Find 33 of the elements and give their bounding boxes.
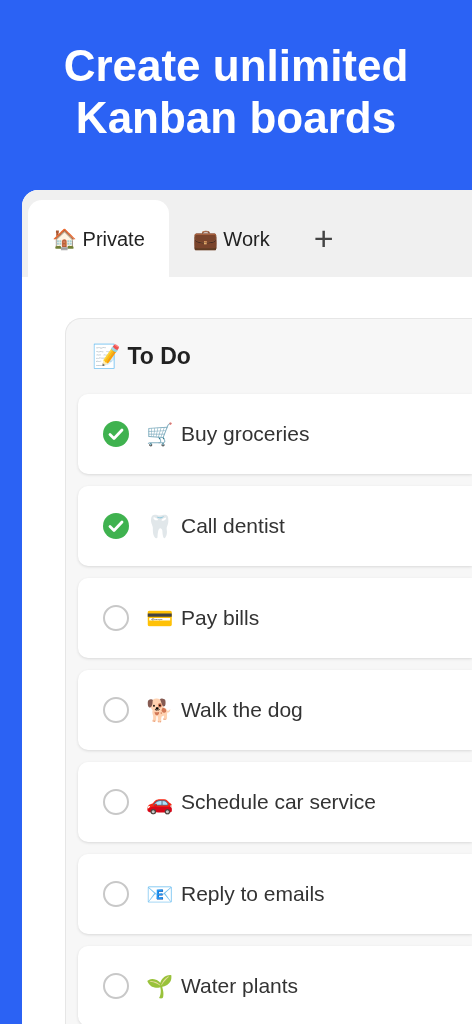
- task-emoji: 🐕: [146, 696, 173, 725]
- task-card[interactable]: 🦷 Call dentist: [78, 486, 472, 566]
- task-label: Water plants: [181, 973, 299, 1000]
- board-tab[interactable]: 💼 Work: [168, 200, 294, 277]
- task-card[interactable]: 🚗 Schedule car service: [78, 762, 472, 842]
- task-card[interactable]: 📧 Reply to emails: [78, 854, 472, 934]
- task-emoji: 🌱: [146, 972, 173, 1001]
- empty-circle-icon[interactable]: [102, 880, 130, 908]
- task-label: Reply to emails: [181, 881, 325, 908]
- task-emoji: 🛒: [146, 420, 173, 449]
- headline: Create unlimited Kanban boards: [62, 40, 410, 144]
- empty-circle-icon[interactable]: [102, 972, 130, 1000]
- task-label: Pay bills: [181, 605, 260, 632]
- task-emoji: 🦷: [146, 512, 173, 541]
- task-card[interactable]: 🌱 Water plants: [78, 946, 472, 1024]
- empty-circle-icon[interactable]: [102, 788, 130, 816]
- add-tab-button[interactable]: +: [293, 200, 354, 277]
- task-card[interactable]: 🛒 Buy groceries: [78, 394, 472, 474]
- task-emoji: 💳: [146, 604, 173, 633]
- column-title: 📝 To Do: [91, 342, 192, 372]
- empty-circle-icon[interactable]: [102, 604, 130, 632]
- task-label: Walk the dog: [181, 697, 303, 724]
- empty-circle-icon[interactable]: [102, 696, 130, 724]
- task-emoji: 🚗: [146, 788, 173, 817]
- task-card[interactable]: 💳 Pay bills: [78, 578, 472, 658]
- checked-circle-icon[interactable]: [102, 420, 130, 448]
- task-emoji: 📧: [146, 880, 173, 909]
- task-label: Schedule car service: [181, 789, 376, 816]
- task-label: Buy groceries: [181, 421, 310, 448]
- task-card[interactable]: 🐕 Walk the dog: [78, 670, 472, 750]
- task-label: Call dentist: [181, 513, 285, 540]
- checked-circle-icon[interactable]: [102, 512, 130, 540]
- board-tab[interactable]: 🏠 Private: [28, 200, 169, 277]
